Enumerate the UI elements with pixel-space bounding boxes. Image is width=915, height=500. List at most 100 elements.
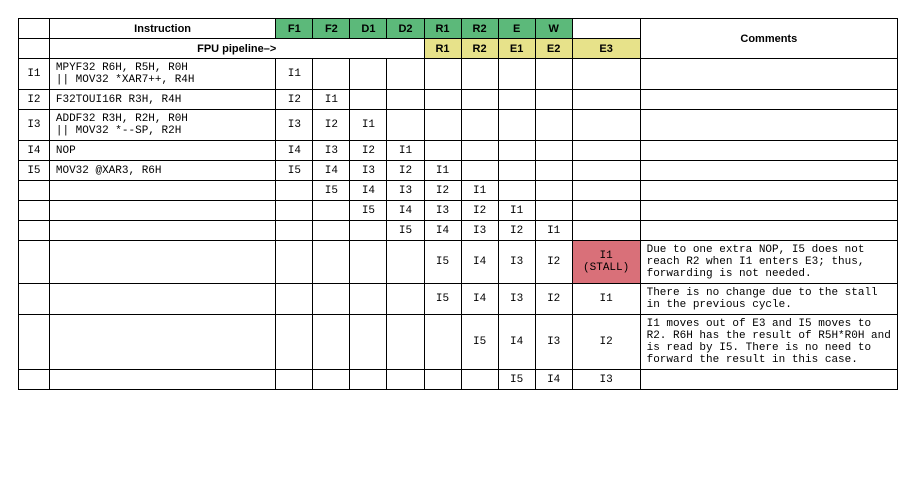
stage-cell: I2 <box>535 241 572 284</box>
comments-header: Comments <box>640 19 897 59</box>
stage-cell: I3 <box>424 201 461 221</box>
stage-cell: I3 <box>276 110 313 141</box>
comment-cell <box>640 221 897 241</box>
instruction-cell <box>49 181 275 201</box>
header-row-1: Instruction F1 F2 D1 D2 R1 R2 E W Commen… <box>19 19 898 39</box>
stage-cell: I5 <box>424 284 461 315</box>
cycle-id: I5 <box>19 161 50 181</box>
stage-cell <box>387 284 424 315</box>
stage-cell: I3 <box>498 284 535 315</box>
instruction-line: NOP <box>56 145 269 157</box>
stage-e3: E3 <box>572 39 640 59</box>
cycle-row: I5I4I3I2I1(STALL)Due to one extra NOP, I… <box>19 241 898 284</box>
blank-header-2 <box>19 39 50 59</box>
instruction-header: Instruction <box>49 19 275 39</box>
stage-cell: I4 <box>498 315 535 370</box>
stage-cell: I3 <box>498 241 535 284</box>
stage-cell: I2 <box>461 201 498 221</box>
instruction-cell: ADDF32 R3H, R2H, R0H|| MOV32 *--SP, R2H <box>49 110 275 141</box>
cycle-row: I5I4I3I2I1 <box>19 201 898 221</box>
stage-cell <box>276 241 313 284</box>
stage-cell <box>276 284 313 315</box>
stage-r2b: R2 <box>461 39 498 59</box>
cycle-row: I5I4I3 <box>19 370 898 390</box>
stage-cell: I1 <box>276 59 313 90</box>
stage-cell <box>350 59 387 90</box>
stage-cell: I3 <box>313 141 350 161</box>
stage-cell <box>350 370 387 390</box>
cycle-row: I4NOPI4I3I2I1 <box>19 141 898 161</box>
stage-cell <box>535 141 572 161</box>
stage-cell: I5 <box>461 315 498 370</box>
stage-cell <box>276 181 313 201</box>
instruction-cell <box>49 241 275 284</box>
stage-cell: I2 <box>350 141 387 161</box>
instruction-line: F32TOUI16R R3H, R4H <box>56 94 269 106</box>
stage-cell <box>350 241 387 284</box>
stage-cell: I2 <box>535 284 572 315</box>
stage-w: W <box>535 19 572 39</box>
stage-e3-cell: I3 <box>572 370 640 390</box>
stage-cell <box>424 110 461 141</box>
instruction-line: || MOV32 *--SP, R2H <box>56 125 269 137</box>
stage-cell: I5 <box>313 181 350 201</box>
cycle-row: I1MPYF32 R6H, R5H, R0H|| MOV32 *XAR7++, … <box>19 59 898 90</box>
stage-cell <box>461 90 498 110</box>
comment-cell: I1 moves out of E3 and I5 moves to R2. R… <box>640 315 897 370</box>
stage-cell: I3 <box>387 181 424 201</box>
instruction-line: MOV32 @XAR3, R6H <box>56 165 269 177</box>
stage-e3-cell <box>572 59 640 90</box>
stage-cell <box>498 181 535 201</box>
stage-cell: I2 <box>276 90 313 110</box>
stage-cell: I5 <box>276 161 313 181</box>
cycle-row: I5I4I3I2I1 <box>19 181 898 201</box>
cycle-row: I5I4I3I2I1There is no change due to the … <box>19 284 898 315</box>
cycle-row: I5I4I3I2I1 moves out of E3 and I5 moves … <box>19 315 898 370</box>
stage-cell <box>424 141 461 161</box>
cycle-id <box>19 241 50 284</box>
instruction-line: || MOV32 *XAR7++, R4H <box>56 74 269 86</box>
instruction-cell: MOV32 @XAR3, R6H <box>49 161 275 181</box>
stage-cell <box>350 90 387 110</box>
comment-cell <box>640 59 897 90</box>
stage-d2: D2 <box>387 19 424 39</box>
stage-e3-cell <box>572 110 640 141</box>
comment-cell <box>640 370 897 390</box>
stage-cell <box>498 59 535 90</box>
stage-cell: I2 <box>498 221 535 241</box>
cycle-id <box>19 315 50 370</box>
cycle-id <box>19 201 50 221</box>
stage-cell: I4 <box>535 370 572 390</box>
stage-cell <box>276 315 313 370</box>
stage-cell: I1 <box>461 181 498 201</box>
comment-cell <box>640 110 897 141</box>
pipeline-table: Instruction F1 F2 D1 D2 R1 R2 E W Commen… <box>18 18 898 390</box>
cycle-row: I2F32TOUI16R R3H, R4HI2I1 <box>19 90 898 110</box>
stage-cell <box>424 315 461 370</box>
cycle-id: I3 <box>19 110 50 141</box>
stage-cell <box>313 370 350 390</box>
comment-cell <box>640 90 897 110</box>
stage-cell <box>498 141 535 161</box>
stage-cell <box>387 110 424 141</box>
cycle-id <box>19 284 50 315</box>
comment-cell: There is no change due to the stall in t… <box>640 284 897 315</box>
stage-cell: I5 <box>498 370 535 390</box>
stage-cell: I4 <box>387 201 424 221</box>
stage-cell: I3 <box>535 315 572 370</box>
stage-cell <box>313 284 350 315</box>
stage-cell: I5 <box>424 241 461 284</box>
stage-cell <box>387 315 424 370</box>
stage-cell <box>461 59 498 90</box>
stage-cell: I1 <box>424 161 461 181</box>
stage-cell <box>276 201 313 221</box>
cycle-id: I4 <box>19 141 50 161</box>
stage-e3-cell <box>572 221 640 241</box>
stage-cell: I4 <box>313 161 350 181</box>
stage-f1: F1 <box>276 19 313 39</box>
stage-cell <box>276 370 313 390</box>
stage-cell <box>498 161 535 181</box>
cycle-id: I2 <box>19 90 50 110</box>
fpu-pipeline-label: FPU pipeline–> <box>49 39 424 59</box>
comment-cell <box>640 161 897 181</box>
